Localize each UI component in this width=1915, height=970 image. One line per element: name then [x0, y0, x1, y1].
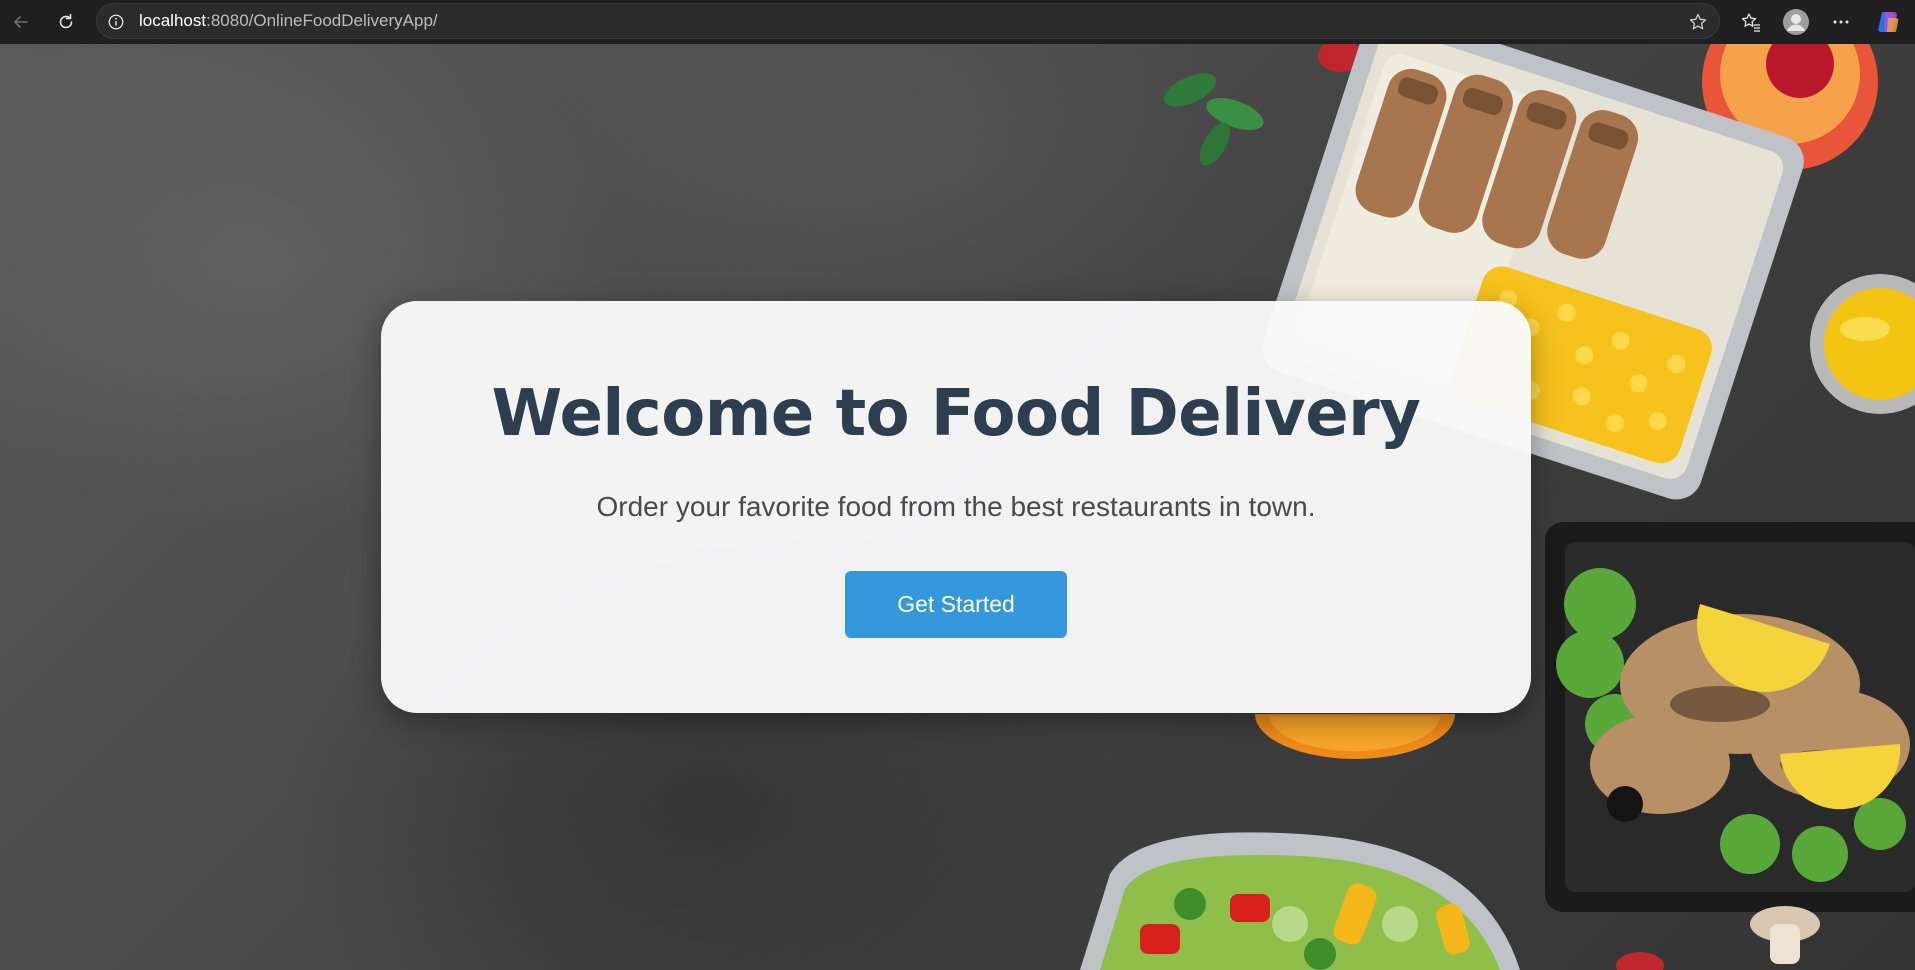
info-icon[interactable]: [106, 12, 126, 32]
welcome-subtitle: Order your favorite food from the best r…: [596, 491, 1316, 522]
url-text[interactable]: localhost:8080/OnlineFoodDeliveryApp/: [139, 4, 438, 38]
welcome-card: Welcome to Food Delivery Order your favo…: [381, 301, 1531, 713]
back-button[interactable]: [7, 8, 35, 36]
url-host: localhost: [139, 11, 207, 30]
back-arrow-icon: [14, 16, 28, 28]
mushroom: [1750, 906, 1820, 964]
welcome-title: Welcome to Food Delivery: [491, 377, 1421, 451]
star-icon[interactable]: [1687, 11, 1709, 33]
profile-icon[interactable]: [1781, 7, 1811, 37]
more-icon[interactable]: [1826, 7, 1856, 37]
favorites-icon[interactable]: [1736, 7, 1766, 37]
reload-button[interactable]: [52, 8, 80, 36]
salad-tray: [1080, 832, 1520, 970]
address-bar[interactable]: localhost:8080/OnlineFoodDeliveryApp/: [96, 3, 1720, 39]
mint-leaves: [1164, 73, 1264, 166]
orange-slice: [1255, 714, 1455, 759]
get-started-button[interactable]: Get Started: [845, 571, 1067, 638]
copilot-icon[interactable]: [1873, 7, 1903, 37]
url-path: :8080/OnlineFoodDeliveryApp/: [206, 11, 438, 30]
sauce-cup: [1810, 274, 1915, 414]
reload-icon: [59, 13, 73, 29]
fish-lemon-box: [1545, 522, 1915, 912]
landing-page: Welcome to Food Delivery Order your favo…: [0, 44, 1915, 970]
browser-toolbar: localhost:8080/OnlineFoodDeliveryApp/: [0, 0, 1915, 44]
